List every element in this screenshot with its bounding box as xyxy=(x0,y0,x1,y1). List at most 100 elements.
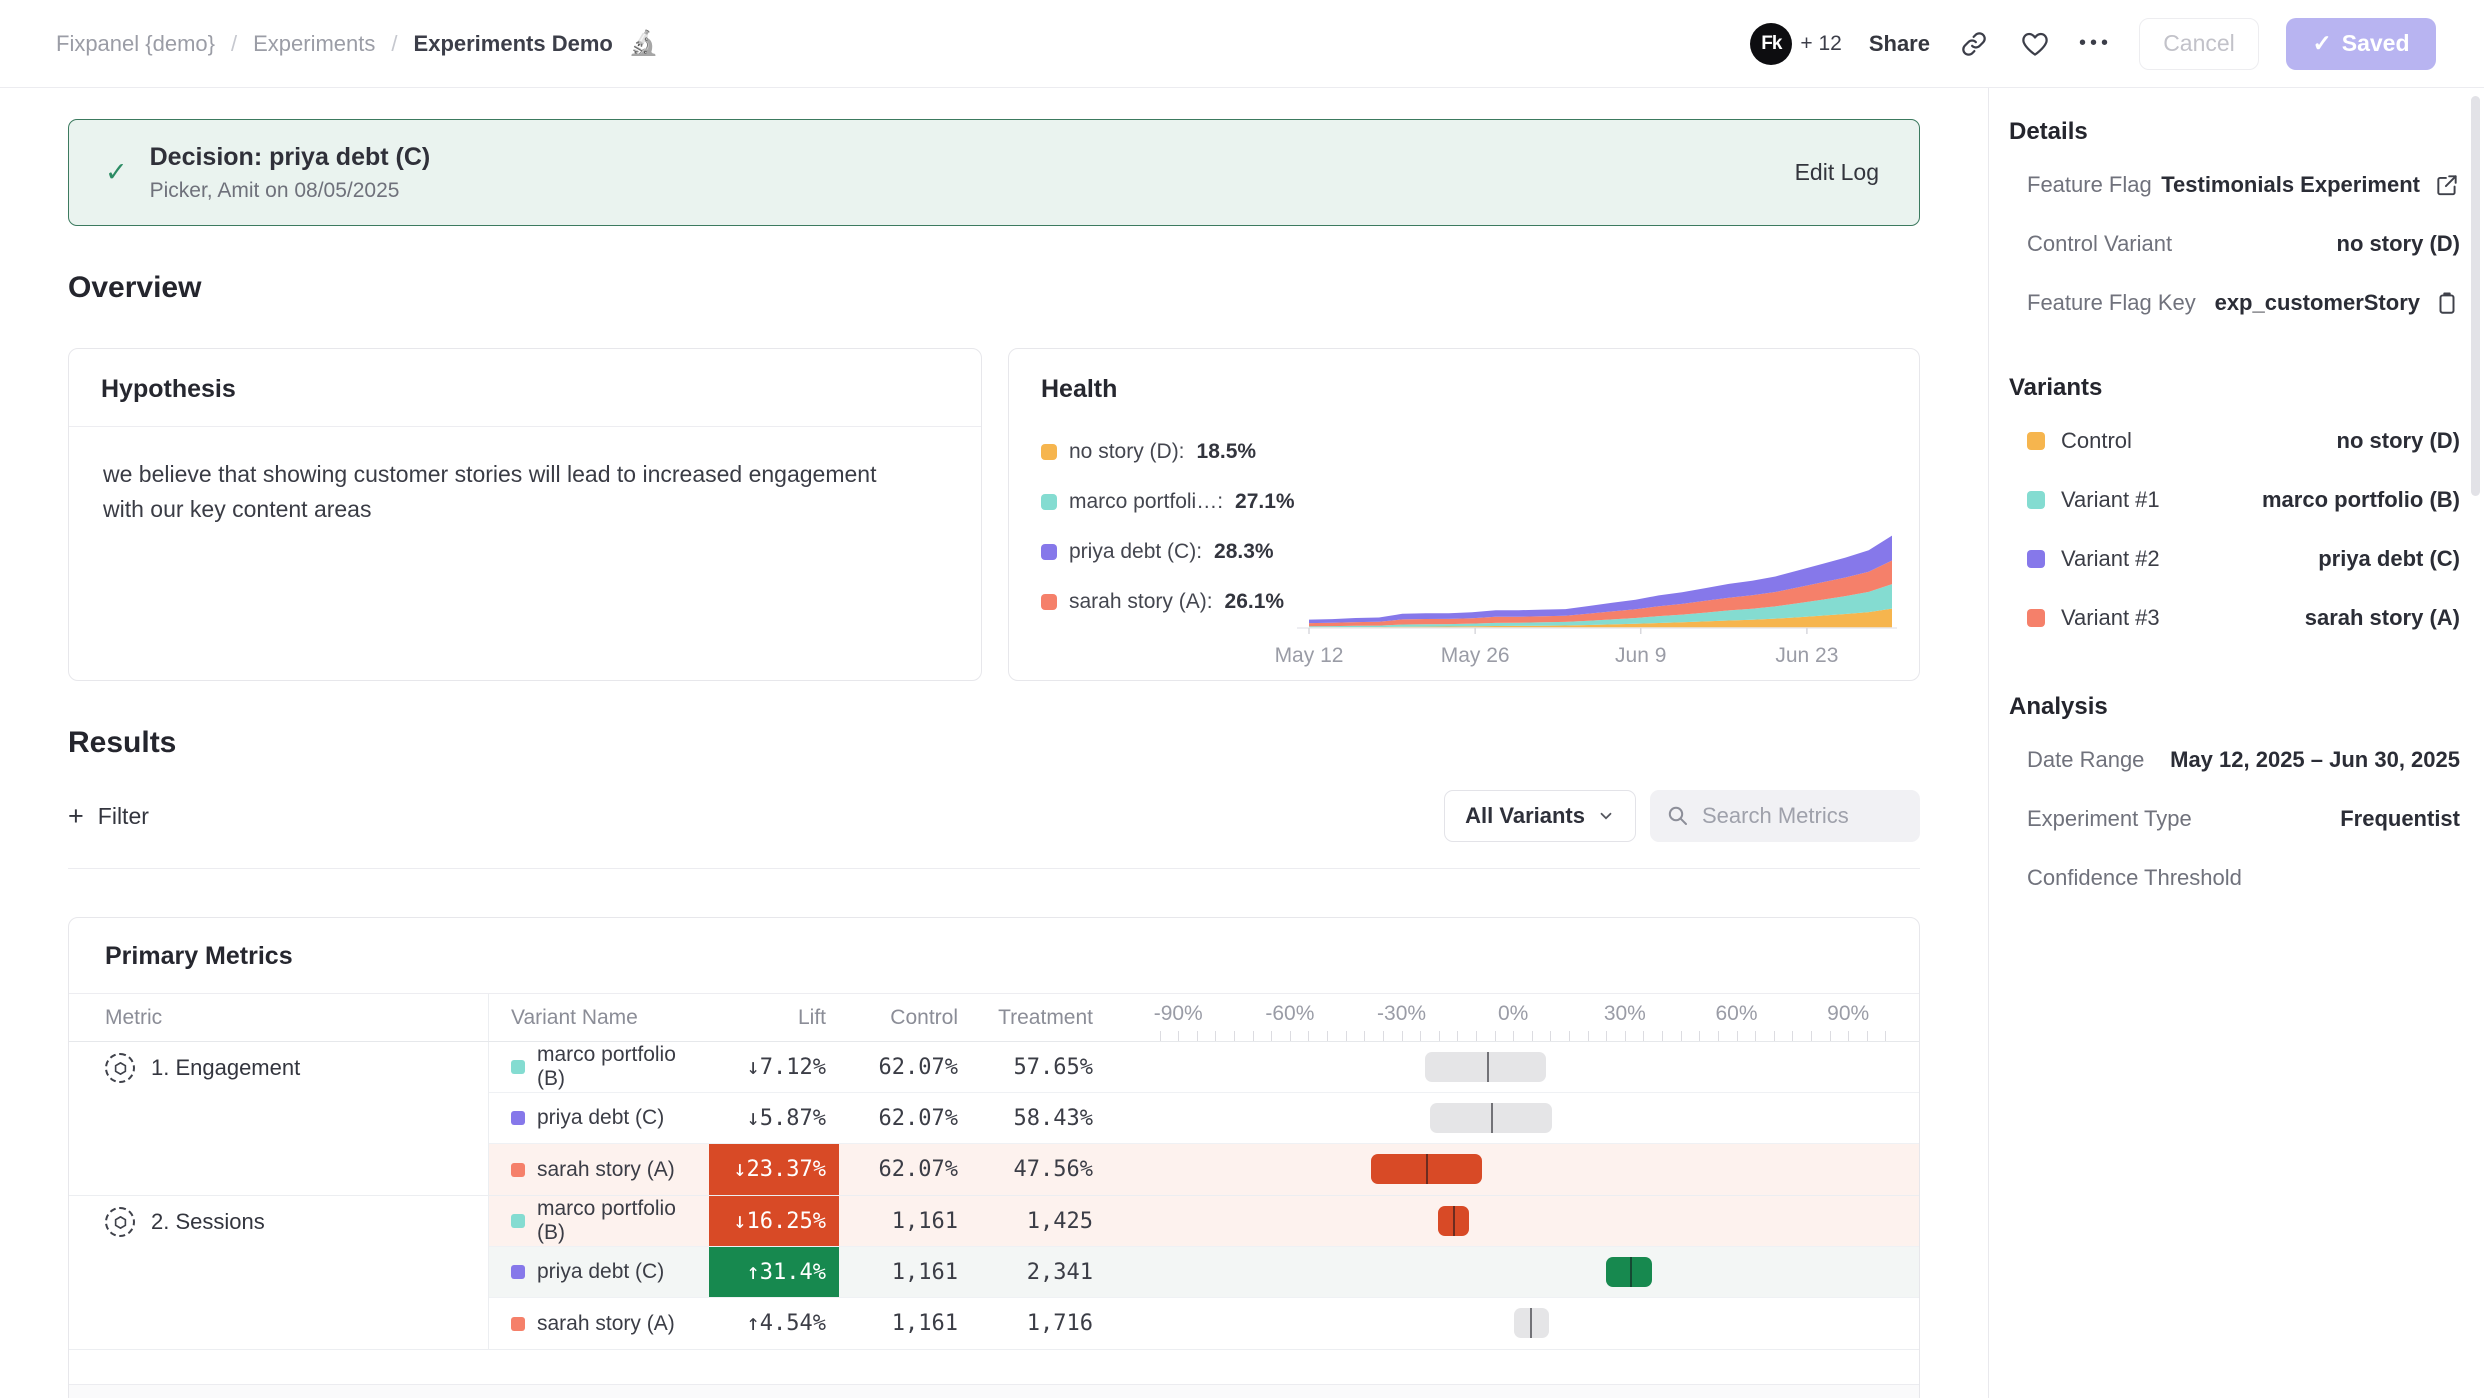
table-row: marco portfolio (B)↓7.12%62.07%57.65% xyxy=(489,1042,1919,1093)
legend-swatch xyxy=(1041,444,1057,460)
decision-banner: ✓ Decision: priya debt (C) Picker, Amit … xyxy=(68,119,1920,226)
ci-axis-header: -90%-60%-30%0%30%60%90% xyxy=(1141,994,1904,1041)
add-metric-row: + Add xyxy=(69,1384,1919,1398)
variant-swatch xyxy=(511,1214,525,1228)
variant-value: sarah story (A) xyxy=(2305,605,2460,631)
add-filter-button[interactable]: + Filter xyxy=(68,803,149,830)
variant-label: sarah story (A) xyxy=(511,1158,675,1182)
control-cell: 62.07% xyxy=(839,1042,971,1092)
col-control: Control xyxy=(839,994,971,1041)
legend-value: 27.1% xyxy=(1235,490,1295,514)
control-value: 62.07% xyxy=(879,1055,958,1080)
health-area-chart xyxy=(1297,523,1897,635)
ci-median xyxy=(1491,1103,1493,1133)
search-metrics-input[interactable] xyxy=(1702,803,1904,829)
control-cell: 62.07% xyxy=(839,1144,971,1195)
variant-swatch xyxy=(2027,491,2045,509)
ci-cell xyxy=(1141,1093,1904,1143)
control-cell: 62.07% xyxy=(839,1093,971,1143)
treatment-cell: 1,716 xyxy=(971,1298,1106,1349)
check-icon: ✓ xyxy=(105,157,128,188)
breadcrumb-app[interactable]: Fixpanel {demo} xyxy=(56,31,215,57)
variant-swatch xyxy=(511,1265,525,1279)
chevron-down-icon xyxy=(1597,807,1615,825)
external-link-icon[interactable] xyxy=(2434,172,2460,198)
treatment-value: 2,341 xyxy=(1027,1260,1093,1285)
topbar-actions: Fk + 12 Share ••• Cancel ✓ Saved xyxy=(1750,18,2436,70)
table-row: priya debt (C)↓5.87%62.07%58.43% xyxy=(489,1093,1919,1144)
details-label: Feature Flag Key xyxy=(2027,290,2196,316)
legend-label: priya debt (C): xyxy=(1069,540,1202,564)
avatar[interactable]: Fk xyxy=(1750,23,1792,65)
details-heading: Details xyxy=(2009,118,2460,146)
collaborators[interactable]: Fk + 12 xyxy=(1750,23,1841,65)
treatment-value: 58.43% xyxy=(1014,1106,1093,1131)
variant-row: Variant #1marco portfolio (B) xyxy=(2027,487,2460,513)
legend-value: 26.1% xyxy=(1225,590,1285,614)
breadcrumb-separator: / xyxy=(231,31,237,57)
more-menu-icon[interactable]: ••• xyxy=(2079,32,2112,55)
lift-text: ↑31.4% xyxy=(747,1260,826,1285)
copy-link-icon[interactable] xyxy=(1957,27,1991,61)
lift-value: ↓5.87% xyxy=(709,1093,839,1143)
table-header: Metric Variant Name Lift Control Treatme… xyxy=(69,994,1919,1042)
treatment-cell: 1,425 xyxy=(971,1196,1106,1246)
saved-button[interactable]: ✓ Saved xyxy=(2286,18,2436,70)
variant-name: priya debt (C) xyxy=(537,1260,664,1284)
variants-section: Variants Controlno story (D)Variant #1ma… xyxy=(2009,374,2460,631)
variant-key: Variant #1 xyxy=(2061,487,2160,513)
clipboard-icon[interactable] xyxy=(2434,290,2460,316)
analysis-label: Date Range xyxy=(2027,747,2144,773)
cancel-button[interactable]: Cancel xyxy=(2139,18,2259,70)
ci-cell xyxy=(1141,1196,1904,1246)
details-value: exp_customerStory xyxy=(2215,290,2420,316)
legend-label: sarah story (A): xyxy=(1069,590,1213,614)
treatment-cell: 57.65% xyxy=(971,1042,1106,1092)
ci-cell xyxy=(1141,1144,1904,1195)
favorite-heart-icon[interactable] xyxy=(2018,27,2052,61)
variant-key: Variant #3 xyxy=(2061,605,2160,631)
health-legend-item: priya debt (C): 28.3% xyxy=(1041,540,1297,564)
lift-text: ↓7.12% xyxy=(747,1055,826,1080)
variant-swatch xyxy=(2027,609,2045,627)
share-button[interactable]: Share xyxy=(1869,31,1930,57)
variant-cell: sarah story (A) xyxy=(489,1298,709,1349)
x-axis-label: May 26 xyxy=(1430,644,1520,668)
ci-axis-label: 90% xyxy=(1803,1002,1893,1026)
lift-cell: ↑31.4% xyxy=(709,1247,839,1297)
ci-cell xyxy=(1141,1298,1904,1349)
table-row: marco portfolio (B)↓16.25%1,1611,425 xyxy=(489,1196,1919,1247)
ci-axis-label: 30% xyxy=(1580,1002,1670,1026)
breadcrumb-section[interactable]: Experiments xyxy=(253,31,375,57)
edit-log-button[interactable]: Edit Log xyxy=(1795,159,1879,186)
metric-rows: marco portfolio (B)↓16.25%1,1611,425 priy… xyxy=(489,1196,1919,1349)
overview-cards: Hypothesis we believe that showing custo… xyxy=(68,348,1920,681)
ci-axis-label: 0% xyxy=(1468,1002,1558,1026)
legend-value: 28.3% xyxy=(1214,540,1274,564)
control-value: 62.07% xyxy=(879,1157,958,1182)
ci-median xyxy=(1630,1257,1632,1287)
variant-name: sarah story (A) xyxy=(537,1312,675,1336)
x-axis-label: May 12 xyxy=(1264,644,1354,668)
lift-text: ↑4.54% xyxy=(747,1311,826,1336)
variant-value: no story (D) xyxy=(2337,428,2460,454)
treatment-cell: 58.43% xyxy=(971,1093,1106,1143)
analysis-label: Confidence Threshold xyxy=(2027,865,2242,891)
decision-title: Decision: priya debt (C) xyxy=(150,143,431,172)
health-chart: May 12May 26Jun 9Jun 23 xyxy=(1297,523,1897,668)
analysis-row: Confidence Threshold xyxy=(2027,865,2460,891)
analysis-label: Experiment Type xyxy=(2027,806,2192,832)
experiments-page: Fixpanel {demo} / Experiments / Experime… xyxy=(0,0,2484,1398)
variants-dropdown[interactable]: All Variants xyxy=(1444,790,1636,842)
ci-median xyxy=(1426,1154,1428,1184)
primary-metrics-card: Primary Metrics Metric Variant Name Lift… xyxy=(68,917,1920,1398)
details-label: Control Variant xyxy=(2027,231,2172,257)
lift-text: ↓5.87% xyxy=(747,1106,826,1131)
lift-cell: ↑4.54% xyxy=(709,1298,839,1349)
lift-value: ↑4.54% xyxy=(709,1298,839,1349)
variant-key: Variant #2 xyxy=(2061,546,2160,572)
decision-subtitle: Picker, Amit on 08/05/2025 xyxy=(150,179,431,203)
window-scrollbar[interactable] xyxy=(2471,96,2480,496)
microscope-emoji: 🔬 xyxy=(629,29,659,58)
search-icon xyxy=(1666,804,1690,828)
